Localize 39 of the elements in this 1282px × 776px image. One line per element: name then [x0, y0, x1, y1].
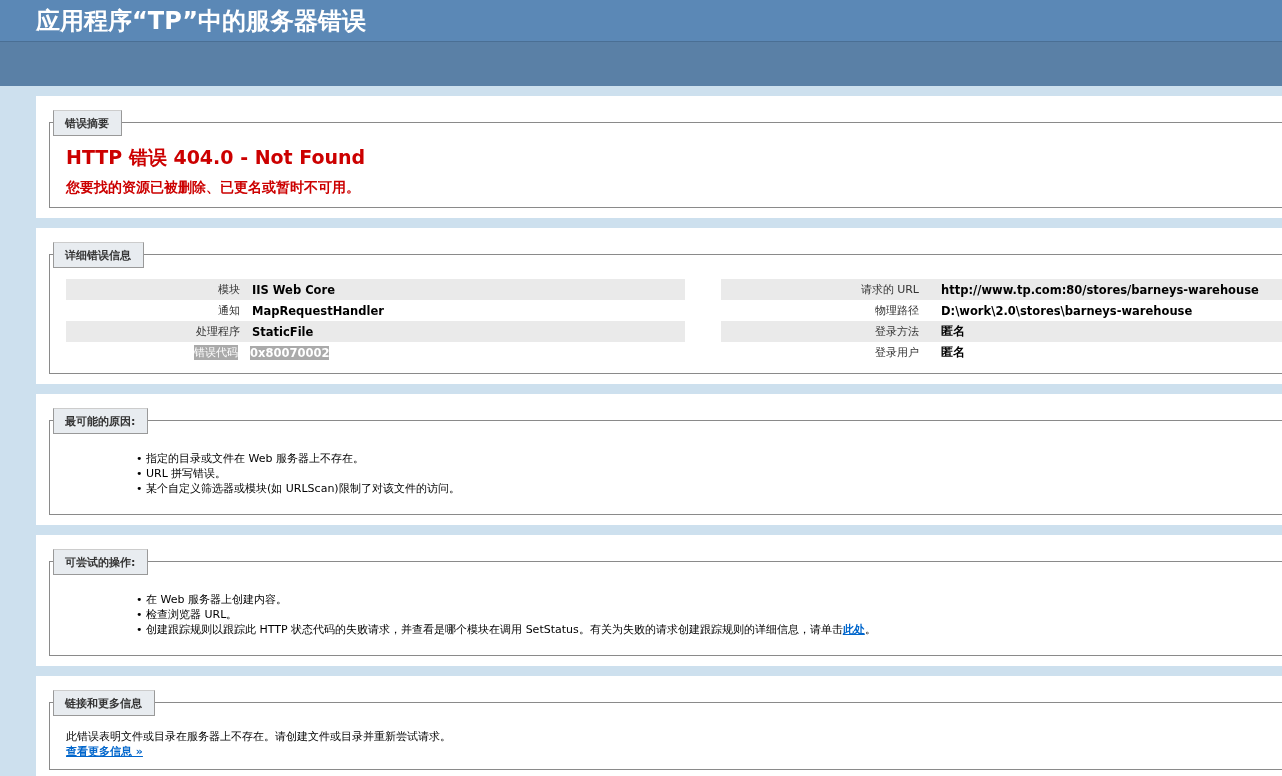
- field-label: 处理程序: [195, 324, 241, 339]
- error-message: 您要找的资源已被删除、已更名或暂时不可用。: [66, 179, 361, 197]
- list-item: 在 Web 服务器上创建内容。: [146, 592, 287, 607]
- error-heading: HTTP 错误 404.0 - Not Found: [66, 145, 367, 170]
- field-value: MapRequestHandler: [252, 303, 384, 318]
- list-item: 某个自定义筛选器或模块(如 URLScan)限制了对该文件的访问。: [146, 481, 460, 496]
- field-label: 通知: [217, 303, 241, 318]
- field-value: IIS Web Core: [252, 282, 335, 297]
- bullet: •: [136, 481, 144, 496]
- field-label: 登录用户: [874, 345, 920, 360]
- list-item: URL 拼写错误。: [146, 466, 227, 481]
- field-value: http://www.tp.com:80/stores/barneys-warehouse: [941, 282, 1259, 297]
- bullet: •: [136, 451, 144, 466]
- field-label: 错误代码: [194, 345, 238, 360]
- bullet: •: [136, 607, 144, 622]
- more-info-link[interactable]: 查看更多信息 »: [66, 744, 143, 759]
- section-legend: 最可能的原因:: [53, 408, 149, 434]
- field-value: 0x80070002: [250, 345, 330, 360]
- field-value: 匿名: [941, 345, 965, 360]
- field-value: StaticFile: [252, 324, 314, 339]
- bullet: •: [136, 466, 144, 481]
- list-item: 指定的目录或文件在 Web 服务器上不存在。: [146, 451, 364, 466]
- field-label: 物理路径: [874, 303, 920, 318]
- list-item: 检查浏览器 URL。: [146, 607, 238, 622]
- bullet: •: [136, 592, 144, 607]
- section-legend: 详细错误信息: [53, 242, 144, 268]
- section-legend: 链接和更多信息: [53, 690, 155, 716]
- field-value: D:\work\2.0\stores\barneys-warehouse: [941, 303, 1193, 318]
- section-legend: 错误摘要: [53, 110, 122, 136]
- link[interactable]: 此处: [842, 623, 865, 636]
- field-label: 登录方法: [874, 324, 920, 339]
- page-title: 应用程序“TP”中的服务器错误: [36, 5, 366, 37]
- list-item: 创建跟踪规则以跟踪此 HTTP 状态代码的失败请求，并查看是哪个模块在调用 SetStatus。有关为失败的请求创建跟踪规则的详细信息，请单击此处。: [146, 622, 876, 637]
- field-label: 模块: [217, 282, 241, 297]
- bullet: •: [136, 622, 144, 637]
- field-value: 匿名: [941, 324, 965, 339]
- info-text: 此错误表明文件或目录在服务器上不存在。请创建文件或目录并重新尝试请求。: [66, 729, 452, 744]
- section-legend: 可尝试的操作:: [53, 549, 149, 575]
- field-label: 请求的 URL: [859, 282, 920, 297]
